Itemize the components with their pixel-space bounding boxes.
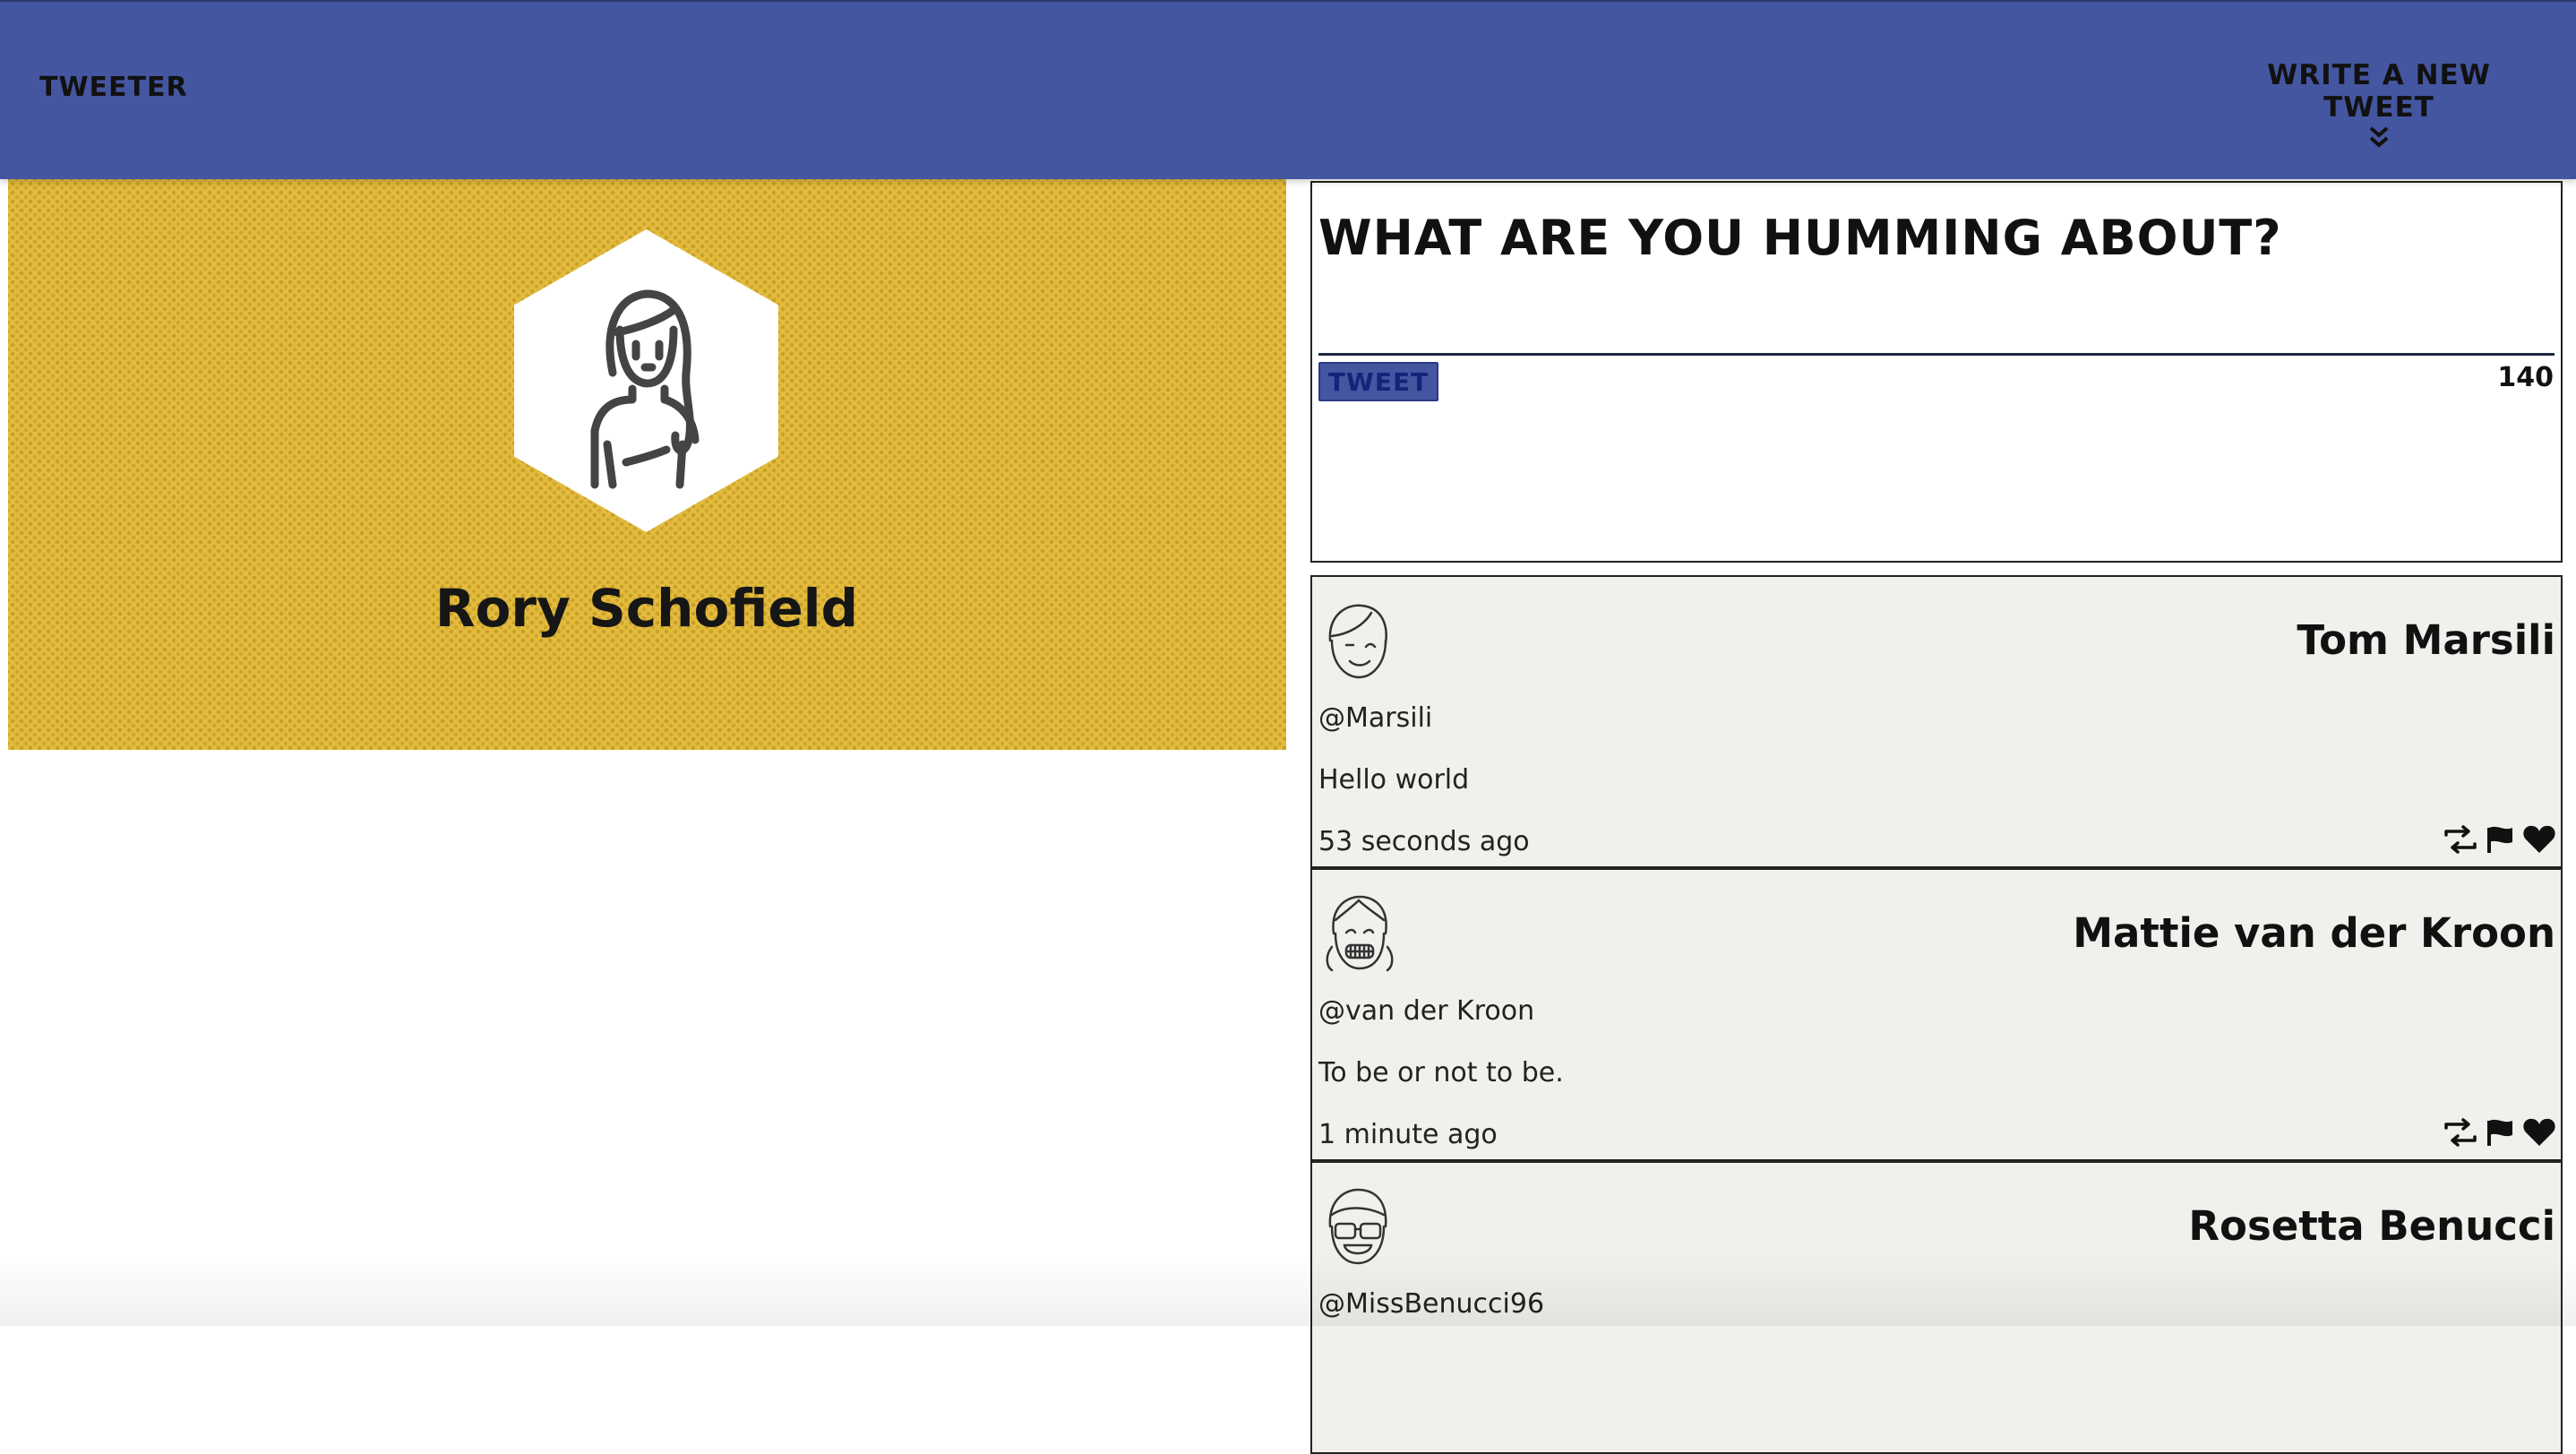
write-new-tweet-label: Write a new tweet: [2267, 59, 2491, 124]
tweet-author-handle: @MissBenucci96: [1318, 1288, 1545, 1320]
tweet-actions: [2443, 824, 2557, 855]
brand-logo-text[interactable]: Tweeter: [39, 72, 188, 103]
flag-icon[interactable]: [2482, 824, 2518, 855]
profile-header: Rory Schofield: [8, 179, 1286, 750]
tweet-card: Tom Marsili @Marsili Hello world 53 seco…: [1310, 575, 2563, 868]
tweet-actions: [2443, 1117, 2557, 1148]
tweet-timestamp: 1 minute ago: [1318, 1119, 1498, 1150]
tweet-submit-button[interactable]: Tweet: [1318, 362, 1438, 401]
winking-man-avatar-icon: [1328, 604, 1387, 679]
retweet-icon[interactable]: [2443, 824, 2478, 855]
glasses-avatar-icon: [1328, 1188, 1387, 1265]
heart-icon[interactable]: [2521, 1117, 2557, 1148]
tweet-timestamp: 53 seconds ago: [1318, 826, 1530, 857]
profile-avatar: [514, 229, 778, 532]
tweet-card: Mattie van der Kroon @van der Kroon To b…: [1310, 868, 2563, 1161]
write-new-tweet-toggle[interactable]: Write a new tweet: [2227, 59, 2531, 149]
tweet-author-name: Rosetta Benucci: [2188, 1202, 2555, 1250]
top-navbar: Tweeter Write a new tweet: [0, 0, 2576, 179]
tweet-author-name: Mattie van der Kroon: [2073, 909, 2555, 957]
flag-icon[interactable]: [2482, 1117, 2518, 1148]
composer-textarea[interactable]: [1318, 353, 2555, 356]
girl-with-braces-avatar-icon: [1326, 895, 1394, 972]
profile-name: Rory Schofield: [434, 578, 859, 639]
heart-icon[interactable]: [2521, 824, 2557, 855]
tweet-text: To be or not to be.: [1318, 1057, 1564, 1088]
tweet-author-name: Tom Marsili: [2297, 616, 2555, 664]
double-chevron-down-icon: [2369, 126, 2389, 148]
tweet-card: Rosetta Benucci @MissBenucci96: [1310, 1161, 2563, 1454]
tweet-text: Hello world: [1318, 764, 1470, 796]
tweet-author-handle: @van der Kroon: [1318, 995, 1535, 1027]
woman-avatar-icon: [590, 289, 700, 489]
tweet-author-handle: @Marsili: [1318, 702, 1433, 734]
character-counter: 140: [2497, 362, 2554, 393]
composer-prompt: What are you humming about?: [1318, 210, 2282, 266]
retweet-icon[interactable]: [2443, 1117, 2478, 1148]
new-tweet-composer: What are you humming about? Tweet 140: [1310, 181, 2563, 563]
